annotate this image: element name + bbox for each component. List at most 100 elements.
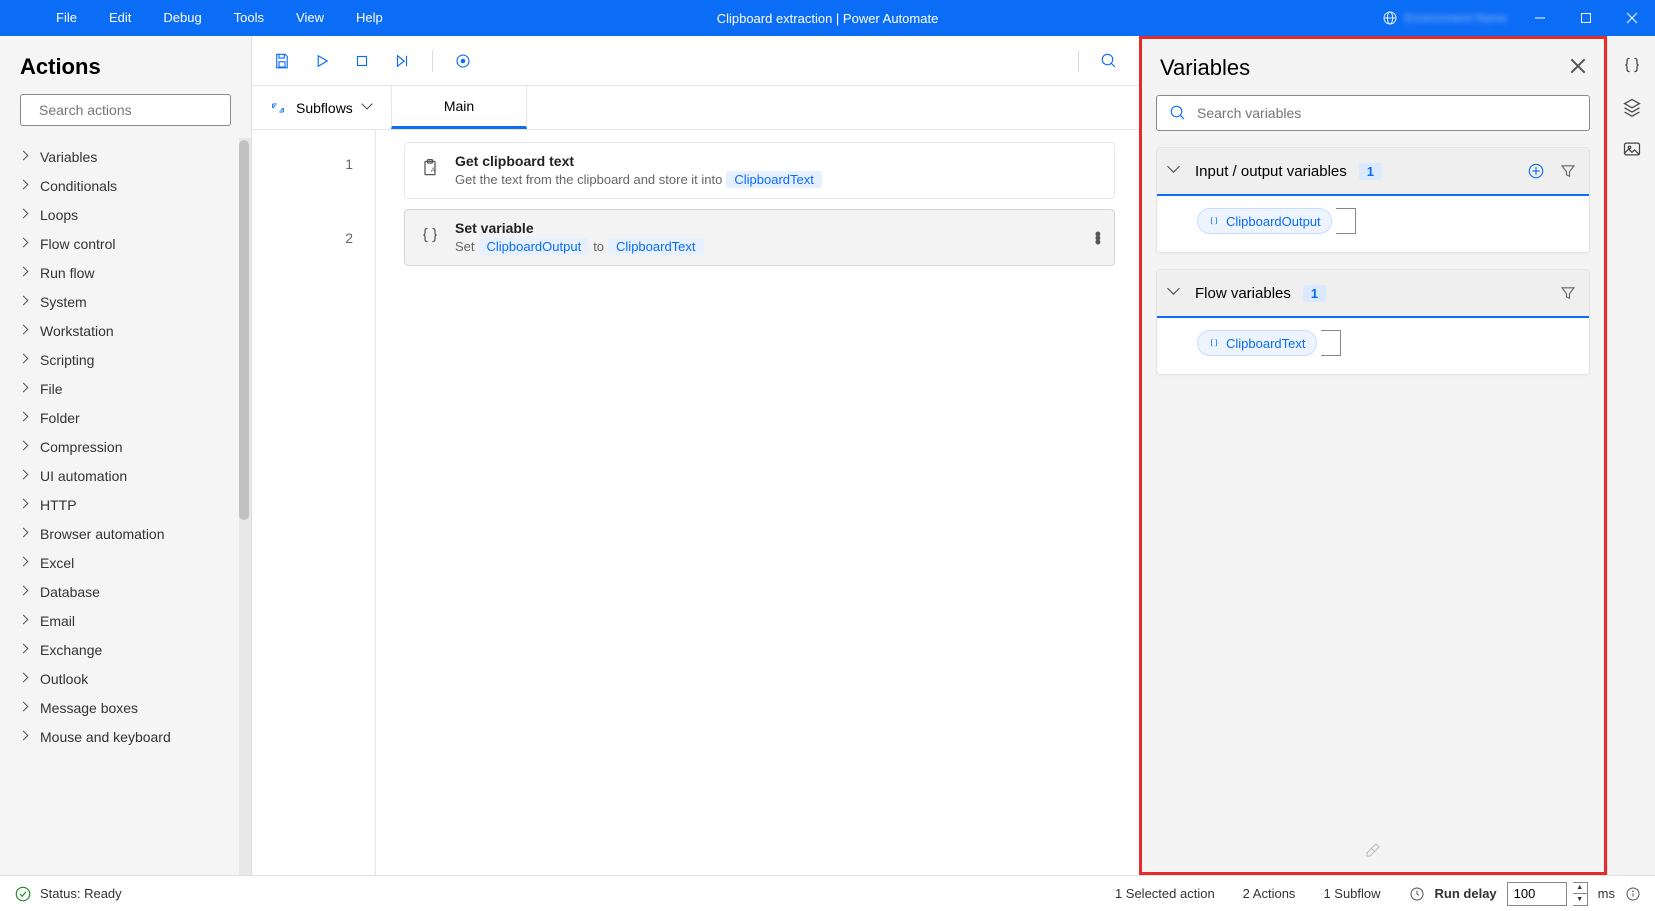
step-card[interactable]: AGet clipboard textGet the text from the… bbox=[404, 142, 1115, 199]
action-category-database[interactable]: Database bbox=[20, 577, 231, 606]
action-category-exchange[interactable]: Exchange bbox=[20, 635, 231, 664]
close-button[interactable] bbox=[1609, 0, 1655, 36]
save-button[interactable] bbox=[264, 43, 300, 79]
chevron-down-icon bbox=[363, 103, 373, 113]
action-category-run-flow[interactable]: Run flow bbox=[20, 258, 231, 287]
action-category-browser-automation[interactable]: Browser automation bbox=[20, 519, 231, 548]
variables-search[interactable] bbox=[1156, 95, 1590, 131]
step-more-button[interactable]: ••• bbox=[1095, 232, 1102, 244]
action-category-conditionals[interactable]: Conditionals bbox=[20, 171, 231, 200]
environment-badge[interactable]: Environment Name bbox=[1382, 10, 1507, 26]
step-card[interactable]: Set variableSet ClipboardOutput to Clipb… bbox=[404, 209, 1115, 266]
delay-unit: ms bbox=[1598, 886, 1615, 901]
step-title: Set variable bbox=[455, 220, 1100, 236]
io-variables-section: Input / output variables 1 ClipboardOutp… bbox=[1156, 147, 1590, 253]
action-category-scripting[interactable]: Scripting bbox=[20, 345, 231, 374]
variables-close-button[interactable] bbox=[1570, 58, 1586, 79]
variable-pill[interactable]: ClipboardOutput bbox=[1197, 208, 1332, 234]
category-label: Loops bbox=[40, 207, 78, 223]
action-category-mouse-and-keyboard[interactable]: Mouse and keyboard bbox=[20, 722, 231, 751]
add-variable-button[interactable] bbox=[1527, 162, 1545, 180]
steps-list: AGet clipboard textGet the text from the… bbox=[376, 130, 1139, 875]
category-label: System bbox=[40, 294, 87, 310]
io-variables-header[interactable]: Input / output variables 1 bbox=[1157, 148, 1589, 196]
maximize-button[interactable] bbox=[1563, 0, 1609, 36]
action-category-folder[interactable]: Folder bbox=[20, 403, 231, 432]
action-category-flow-control[interactable]: Flow control bbox=[20, 229, 231, 258]
image-icon bbox=[1622, 139, 1642, 159]
step-number: 2 bbox=[252, 224, 375, 298]
chevron-right-icon bbox=[20, 587, 30, 597]
action-category-email[interactable]: Email bbox=[20, 606, 231, 635]
action-category-system[interactable]: System bbox=[20, 287, 231, 316]
flow-variables-title: Flow variables bbox=[1195, 285, 1291, 302]
action-category-file[interactable]: File bbox=[20, 374, 231, 403]
subflows-count: 1 Subflow bbox=[1323, 886, 1380, 901]
search-flow-button[interactable] bbox=[1091, 43, 1127, 79]
brace-icon bbox=[420, 225, 440, 245]
eraser-icon[interactable] bbox=[1364, 841, 1382, 864]
filter-button[interactable] bbox=[1559, 162, 1577, 180]
step-button[interactable] bbox=[384, 43, 420, 79]
step-number: 1 bbox=[252, 150, 375, 224]
action-category-excel[interactable]: Excel bbox=[20, 548, 231, 577]
action-category-compression[interactable]: Compression bbox=[20, 432, 231, 461]
chevron-right-icon bbox=[20, 645, 30, 655]
category-label: Excel bbox=[40, 555, 74, 571]
variable-pill[interactable]: ClipboardText bbox=[1197, 330, 1317, 356]
chevron-down-icon bbox=[1169, 165, 1181, 177]
flow-variables-header[interactable]: Flow variables 1 bbox=[1157, 270, 1589, 318]
stop-button[interactable] bbox=[344, 43, 380, 79]
menu-tools[interactable]: Tools bbox=[218, 0, 280, 36]
step-desc-text: Set bbox=[455, 239, 475, 254]
rail-images-button[interactable] bbox=[1621, 138, 1643, 160]
action-category-ui-automation[interactable]: UI automation bbox=[20, 461, 231, 490]
spinner-down[interactable]: ▼ bbox=[1573, 894, 1587, 905]
action-category-message-boxes[interactable]: Message boxes bbox=[20, 693, 231, 722]
filter-button[interactable] bbox=[1559, 284, 1577, 302]
variables-search-input[interactable] bbox=[1197, 105, 1577, 121]
variable-chip: ClipboardText bbox=[726, 171, 822, 188]
menu-help[interactable]: Help bbox=[340, 0, 399, 36]
clipboard-icon: A bbox=[420, 158, 440, 178]
actions-search[interactable] bbox=[20, 94, 231, 126]
menu-debug[interactable]: Debug bbox=[147, 0, 217, 36]
category-label: Variables bbox=[40, 149, 97, 165]
record-button[interactable] bbox=[445, 43, 481, 79]
scrollbar-thumb[interactable] bbox=[239, 140, 249, 520]
action-category-workstation[interactable]: Workstation bbox=[20, 316, 231, 345]
rail-variables-button[interactable] bbox=[1621, 54, 1643, 76]
menu-bar: FileEditDebugToolsViewHelp bbox=[0, 0, 399, 36]
minimize-button[interactable] bbox=[1517, 0, 1563, 36]
chevron-down-icon bbox=[1169, 287, 1181, 299]
menu-edit[interactable]: Edit bbox=[93, 0, 147, 36]
action-category-variables[interactable]: Variables bbox=[20, 142, 231, 171]
spinner-up[interactable]: ▲ bbox=[1573, 883, 1587, 894]
run-delay-label: Run delay bbox=[1435, 886, 1497, 901]
stop-icon bbox=[353, 52, 371, 70]
action-category-http[interactable]: HTTP bbox=[20, 490, 231, 519]
subflows-label: Subflows bbox=[296, 100, 353, 116]
brace-icon bbox=[1208, 337, 1220, 349]
category-label: Database bbox=[40, 584, 100, 600]
run-delay-input[interactable] bbox=[1507, 882, 1567, 906]
info-icon[interactable] bbox=[1625, 886, 1641, 902]
actions-search-input[interactable] bbox=[39, 102, 220, 118]
brace-icon bbox=[1208, 215, 1220, 227]
actions-list[interactable]: Variables Conditionals Loops Flow controlRu… bbox=[0, 138, 239, 875]
action-category-loops[interactable]: Loops bbox=[20, 200, 231, 229]
subflows-dropdown[interactable]: Subflows bbox=[252, 86, 391, 129]
actions-scrollbar[interactable] bbox=[239, 138, 251, 875]
run-button[interactable] bbox=[304, 43, 340, 79]
tab-main[interactable]: Main bbox=[391, 86, 527, 129]
right-rail bbox=[1607, 36, 1655, 875]
delay-spinner[interactable]: ▲▼ bbox=[1573, 882, 1588, 906]
chevron-right-icon bbox=[20, 326, 30, 336]
menu-view[interactable]: View bbox=[280, 0, 340, 36]
category-label: Workstation bbox=[40, 323, 114, 339]
menu-file[interactable]: File bbox=[40, 0, 93, 36]
chevron-right-icon bbox=[20, 500, 30, 510]
action-category-outlook[interactable]: Outlook bbox=[20, 664, 231, 693]
category-label: Mouse and keyboard bbox=[40, 729, 171, 745]
rail-layers-button[interactable] bbox=[1621, 96, 1643, 118]
